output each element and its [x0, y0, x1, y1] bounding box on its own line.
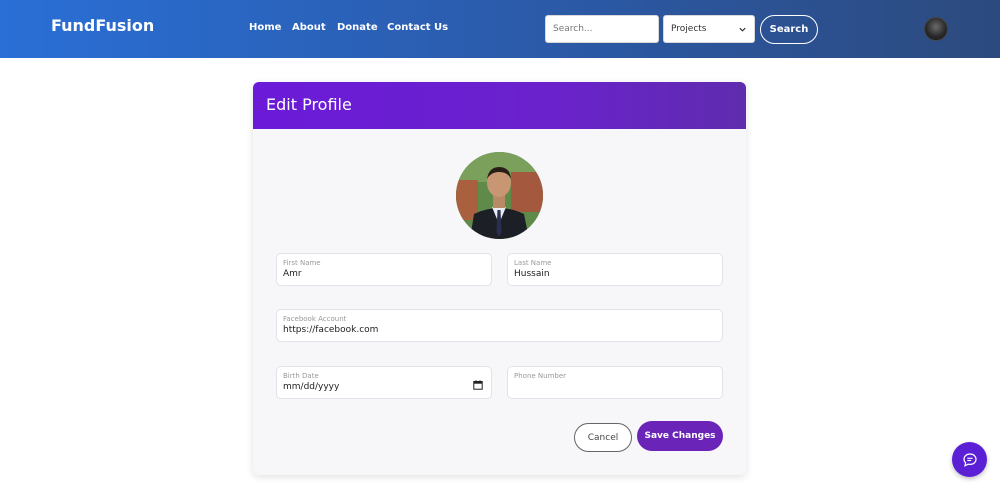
edit-profile-card: Edit Profile First Name Amr Last Name Hu… — [253, 82, 746, 475]
profile-photo-image — [456, 152, 543, 239]
facebook-account-field[interactable]: Facebook Account https://facebook.com — [276, 309, 723, 342]
last-name-field[interactable]: Last Name Hussain — [507, 253, 723, 286]
birth-date-label: Birth Date — [283, 372, 319, 380]
category-select-value: Projects — [671, 24, 707, 34]
profile-photo[interactable] — [456, 152, 543, 239]
birth-date-value: mm/dd/yyyy — [283, 382, 340, 392]
category-select[interactable]: Projects — [663, 15, 755, 43]
cancel-button[interactable]: Cancel — [574, 423, 632, 452]
phone-number-label: Phone Number — [514, 372, 567, 380]
facebook-account-label: Facebook Account — [283, 315, 347, 323]
first-name-value: Amr — [283, 269, 302, 279]
chat-bubble-icon — [962, 452, 977, 467]
card-header: Edit Profile — [253, 82, 746, 129]
brand-logo[interactable]: FundFusion — [51, 16, 154, 35]
phone-number-field[interactable]: Phone Number — [507, 366, 723, 399]
save-changes-button[interactable]: Save Changes — [637, 421, 723, 451]
navbar: FundFusion Home About Donate Contact Us … — [0, 0, 1000, 58]
nav-link-about[interactable]: About — [292, 22, 326, 33]
facebook-account-value: https://facebook.com — [283, 325, 379, 335]
user-avatar[interactable] — [924, 17, 948, 41]
last-name-label: Last Name — [514, 259, 552, 267]
page-title: Edit Profile — [266, 95, 352, 114]
chevron-down-icon — [739, 27, 746, 32]
nav-link-contact-us[interactable]: Contact Us — [387, 22, 448, 33]
calendar-icon[interactable] — [473, 380, 483, 390]
nav-link-home[interactable]: Home — [249, 22, 281, 33]
first-name-label: First Name — [283, 259, 321, 267]
birth-date-field[interactable]: Birth Date mm/dd/yyyy — [276, 366, 492, 399]
last-name-value: Hussain — [514, 269, 550, 279]
nav-link-donate[interactable]: Donate — [337, 22, 378, 33]
search-input[interactable] — [545, 15, 659, 43]
search-button[interactable]: Search — [760, 15, 818, 44]
first-name-field[interactable]: First Name Amr — [276, 253, 492, 286]
chat-button[interactable] — [952, 442, 987, 477]
